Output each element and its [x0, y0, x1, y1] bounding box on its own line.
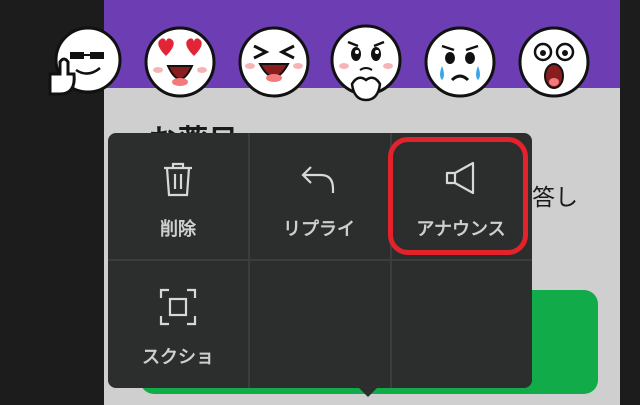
chat-screen: お薬日 答し [0, 0, 640, 405]
reaction-sticker-row [0, 22, 640, 112]
sticker-thumbs-up[interactable] [46, 22, 122, 102]
reply-button[interactable]: リプライ [249, 133, 389, 259]
delete-label: 削除 [160, 219, 196, 240]
message-context-menu: 削除 リプライ アナウンス スクショ [108, 133, 532, 388]
screenshot-frame-icon [158, 287, 198, 327]
announce-label: アナウンス [416, 219, 506, 240]
menu-empty-cell [249, 261, 389, 387]
sticker-crying[interactable] [422, 22, 498, 102]
sticker-pleading[interactable] [328, 22, 404, 102]
reply-arrow-icon [299, 159, 339, 199]
sticker-laughing[interactable] [236, 22, 312, 102]
reply-label: リプライ [283, 219, 355, 240]
sticker-heart-eyes[interactable] [142, 22, 218, 102]
screenshot-label: スクショ [142, 347, 214, 368]
announce-button[interactable]: アナウンス [391, 133, 531, 259]
screenshot-button[interactable]: スクショ [108, 261, 248, 387]
delete-button[interactable]: 削除 [108, 133, 248, 259]
menu-empty-cell [391, 261, 531, 387]
megaphone-icon [441, 159, 481, 199]
sticker-shocked[interactable] [516, 22, 592, 102]
trash-icon [158, 159, 198, 199]
background-side-text: 答し [532, 185, 578, 211]
menu-pointer-arrow [357, 386, 379, 397]
